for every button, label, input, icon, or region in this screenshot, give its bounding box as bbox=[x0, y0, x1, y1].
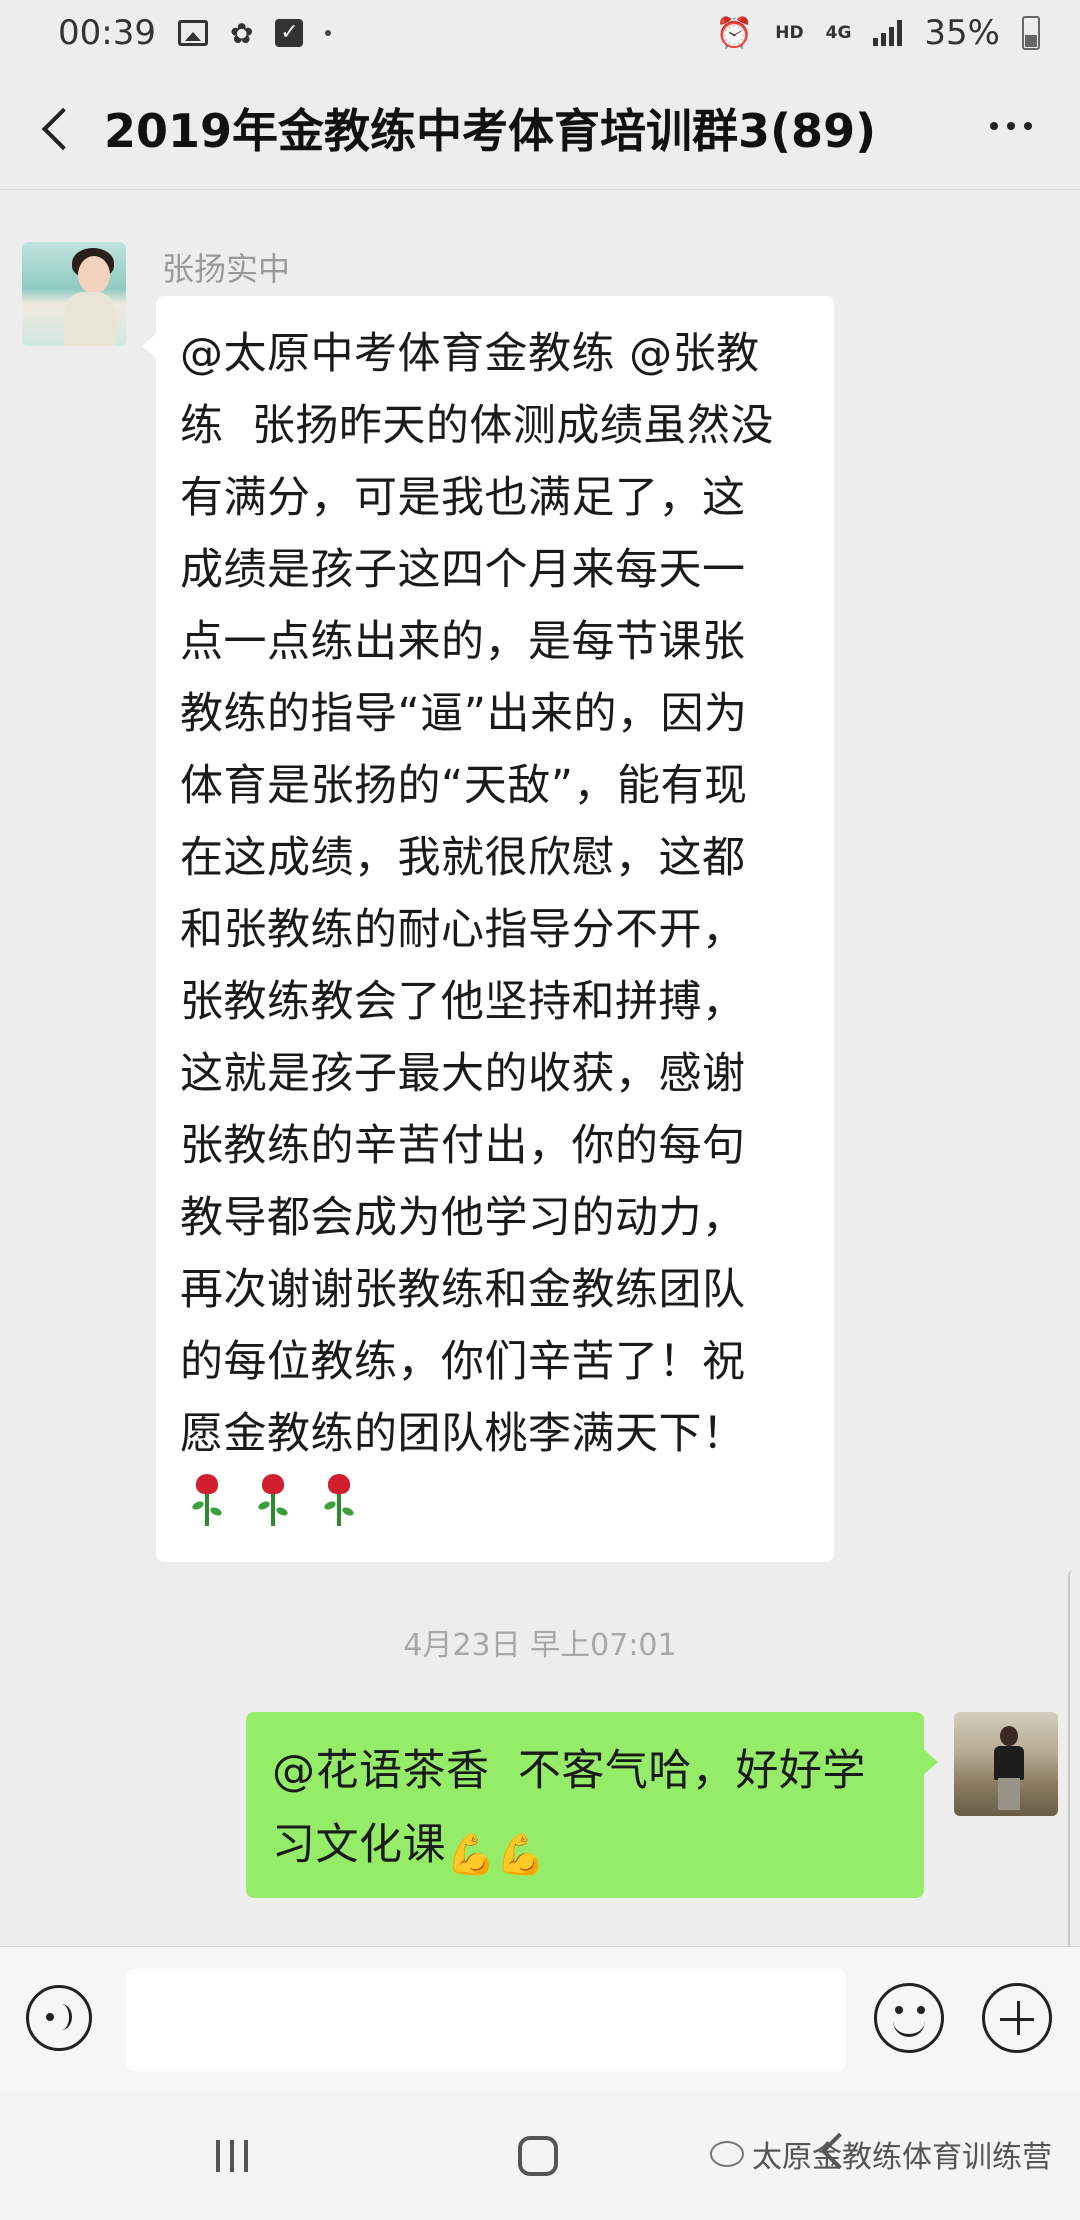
flexed-biceps-icon: 💪💪 bbox=[446, 1832, 546, 1878]
status-left: 00:39 ✿ ✓ bbox=[58, 13, 332, 53]
more-icon[interactable] bbox=[990, 122, 1032, 130]
voice-icon[interactable] bbox=[26, 1985, 92, 2051]
home-icon[interactable] bbox=[518, 2136, 558, 2176]
status-bar: 00:39 ✿ ✓ ⏰ HD 4G 35% bbox=[0, 0, 1080, 66]
check-icon: ✓ bbox=[275, 19, 304, 47]
wechat-icon bbox=[710, 2141, 744, 2167]
chat-header: 2019年金教练中考体育培训群3(89) bbox=[0, 66, 1080, 190]
notification-icon: ✿ bbox=[229, 16, 254, 50]
more-notifications-icon bbox=[325, 30, 332, 36]
message-text: @太原中考体育金教练 @张教 练 张扬昨天的体测成绩虽然没 有满分，可是我也满足… bbox=[180, 329, 774, 1459]
watermark: 太原金教练体育训练营 bbox=[710, 2132, 1052, 2176]
gallery-icon bbox=[177, 20, 208, 46]
recent-apps-icon[interactable] bbox=[216, 2140, 248, 2172]
signal-icon bbox=[873, 20, 903, 46]
emoji-icon[interactable] bbox=[874, 1983, 944, 2053]
rose-emojis bbox=[190, 1474, 810, 1528]
sender-name: 张扬实中 bbox=[162, 250, 291, 288]
rose-icon bbox=[256, 1474, 290, 1528]
system-nav-bar: 太原金教练体育训练营 bbox=[0, 2092, 1080, 2220]
back-icon[interactable] bbox=[30, 98, 90, 158]
scrollbar[interactable] bbox=[1068, 1570, 1080, 1990]
avatar-self[interactable] bbox=[954, 1712, 1058, 1816]
message-bubble-outgoing[interactable]: @花语茶香 不客气哈，好好学 习文化课💪💪 bbox=[246, 1712, 938, 1898]
message-bubble-incoming[interactable]: @太原中考体育金教练 @张教 练 张扬昨天的体测成绩虽然没 有满分，可是我也满足… bbox=[142, 296, 834, 1562]
alarm-icon: ⏰ bbox=[715, 15, 754, 51]
avatar[interactable] bbox=[22, 242, 126, 346]
input-bar bbox=[0, 1946, 1080, 2092]
plus-icon[interactable] bbox=[982, 1983, 1052, 2053]
battery-icon bbox=[1022, 16, 1040, 50]
status-time: 00:39 bbox=[58, 13, 156, 53]
message-timestamp: 4月23日 早上07:01 bbox=[403, 1628, 677, 1663]
message-input[interactable] bbox=[126, 1969, 846, 2071]
rose-icon bbox=[190, 1474, 224, 1528]
status-right: ⏰ HD 4G 35% bbox=[716, 13, 1040, 53]
hd-label: HD bbox=[775, 22, 804, 43]
battery-percent: 35% bbox=[924, 13, 1000, 53]
watermark-text: 太原金教练体育训练营 bbox=[752, 2140, 1052, 2175]
network-label: 4G bbox=[825, 22, 852, 43]
rose-icon bbox=[322, 1474, 356, 1528]
message-text: @花语茶香 不客气哈，好好学 习文化课 bbox=[272, 1746, 866, 1870]
page-title: 2019年金教练中考体育培训群3(89) bbox=[104, 103, 877, 158]
